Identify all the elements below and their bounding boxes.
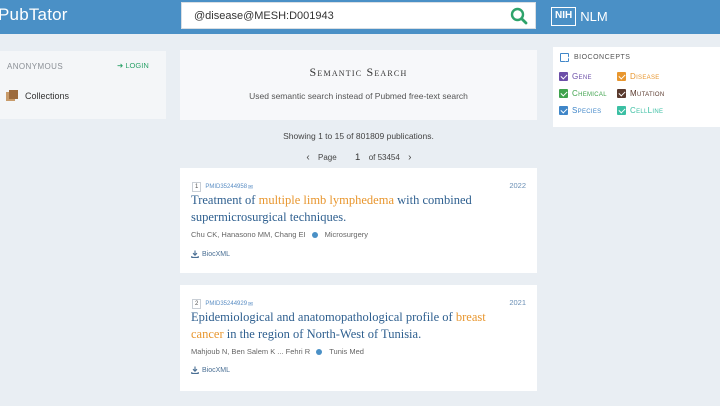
next-page-button[interactable]: ›: [405, 152, 415, 163]
journal-dot-icon: [311, 231, 318, 238]
bioconcept-checkbox[interactable]: [617, 72, 626, 81]
bioconcepts-panel: BIOCONCEPTS Gene Disease Chemical Mutati…: [553, 47, 720, 127]
bioconcept-label: Gene: [572, 72, 592, 81]
bioconcept-label: Disease: [630, 72, 660, 81]
biocxml-download-link[interactable]: BiocXML: [191, 366, 230, 374]
journal-dot-icon: [316, 348, 323, 355]
result-title-link[interactable]: Treatment of multiple limb lymphedema wi…: [191, 192, 511, 226]
bioconcept-species-toggle[interactable]: Species: [559, 106, 601, 115]
login-link[interactable]: ➜ LOGIN: [117, 61, 149, 70]
collections-icon: [6, 90, 18, 101]
user-label: ANONYMOUS: [7, 62, 64, 71]
title-text: in the region of North-West of Tunisia.: [223, 327, 422, 341]
biocxml-download-link[interactable]: BiocXML: [191, 250, 230, 258]
result-number: 1: [192, 182, 202, 192]
semantic-search-card: Semantic Search Used semantic search ins…: [180, 50, 537, 120]
collections-label: Collections: [25, 90, 70, 101]
search-icon: [510, 7, 528, 25]
bioconcept-checkbox[interactable]: [559, 106, 568, 115]
bioconcept-disease-toggle[interactable]: Disease: [617, 72, 660, 81]
biocxml-label: BiocXML: [202, 250, 231, 258]
result-authors: Chu CK, Hanasono MM, Chang EI: [191, 230, 306, 239]
semantic-search-subtitle: Used semantic search instead of Pubmed f…: [249, 91, 468, 101]
brand-logo[interactable]: PubTator: [0, 5, 68, 25]
bioconcept-checkbox[interactable]: [617, 106, 626, 115]
result-authors: Mahjoub N, Ben Salem K ... Fehri R: [191, 347, 311, 356]
top-bar: PubTator NIH NLM: [0, 0, 720, 34]
result-meta: 2 PMID35244929 ✉: [192, 299, 253, 309]
pagination: ‹ Page 1 of 53454 ›: [303, 150, 415, 164]
nih-label: NIH: [551, 6, 577, 26]
result-authors-row: Chu CK, Hanasono MM, Chang EI Microsurge…: [191, 230, 368, 239]
title-highlight: multiple limb lymphedema: [258, 193, 394, 207]
page-label: Page: [318, 152, 337, 162]
bioconcept-chemical-toggle[interactable]: Chemical: [559, 89, 607, 98]
bioconcept-gene-toggle[interactable]: Gene: [559, 72, 592, 81]
results-count: Showing 1 to 15 of 801809 publications.: [283, 131, 434, 141]
title-text: Treatment of: [191, 193, 259, 207]
semantic-search-title: Semantic Search: [309, 65, 408, 79]
external-link-icon[interactable]: ✉: [248, 184, 253, 191]
bioconcepts-heading: BIOCONCEPTS: [574, 54, 631, 61]
pmid-link[interactable]: PMID35244958: [205, 184, 247, 190]
result-card: 1 PMID35244958 ✉ 2022 Treatment of multi…: [180, 168, 537, 273]
nlm-label: NLM: [580, 8, 608, 24]
result-authors-row: Mahjoub N, Ben Salem K ... Fehri R Tunis…: [191, 347, 364, 356]
user-panel: ANONYMOUS ➜ LOGIN Collections: [0, 51, 166, 119]
result-year: 2022: [509, 181, 526, 190]
bioconcept-label: Mutation: [630, 89, 665, 98]
bioconcepts-header[interactable]: BIOCONCEPTS: [560, 53, 630, 62]
external-link-icon[interactable]: ✉: [248, 301, 253, 308]
search-input[interactable]: [182, 3, 502, 28]
search-box: [181, 2, 536, 29]
nih-nlm-logo[interactable]: NIH NLM: [551, 6, 608, 26]
result-card: 2 PMID35244929 ✉ 2021 Epidemiological an…: [180, 285, 537, 391]
result-year: 2021: [509, 298, 526, 307]
biocxml-label: BiocXML: [202, 366, 231, 374]
search-button[interactable]: [509, 6, 529, 26]
result-number: 2: [192, 299, 202, 309]
bioconcept-checkbox[interactable]: [559, 72, 568, 81]
page-total: of 53454: [368, 152, 400, 162]
download-icon: [191, 366, 199, 374]
result-title-link[interactable]: Epidemiological and anatomopathological …: [191, 309, 511, 343]
result-meta: 1 PMID35244958 ✉: [192, 182, 253, 192]
bioconcept-cellline-toggle[interactable]: CellLine: [617, 106, 663, 115]
download-icon: [191, 250, 199, 258]
bioconcept-label: Chemical: [572, 89, 607, 98]
collections-link[interactable]: Collections: [6, 90, 69, 101]
bioconcept-checkbox[interactable]: [617, 89, 626, 98]
login-icon: ➜: [117, 61, 124, 70]
bioconcepts-all-checkbox[interactable]: [560, 53, 569, 62]
bioconcept-label: CellLine: [630, 106, 664, 115]
bioconcept-checkbox[interactable]: [559, 89, 568, 98]
login-label: LOGIN: [125, 61, 149, 70]
prev-page-button[interactable]: ‹: [303, 152, 313, 163]
bioconcept-mutation-toggle[interactable]: Mutation: [617, 89, 665, 98]
result-journal: Tunis Med: [329, 347, 364, 356]
page-number-input[interactable]: 1: [351, 152, 365, 163]
title-text: Epidemiological and anatomopathological …: [191, 310, 456, 324]
result-journal: Microsurgery: [324, 230, 368, 239]
pmid-link[interactable]: PMID35244929: [205, 301, 247, 307]
bioconcept-label: Species: [572, 106, 602, 115]
